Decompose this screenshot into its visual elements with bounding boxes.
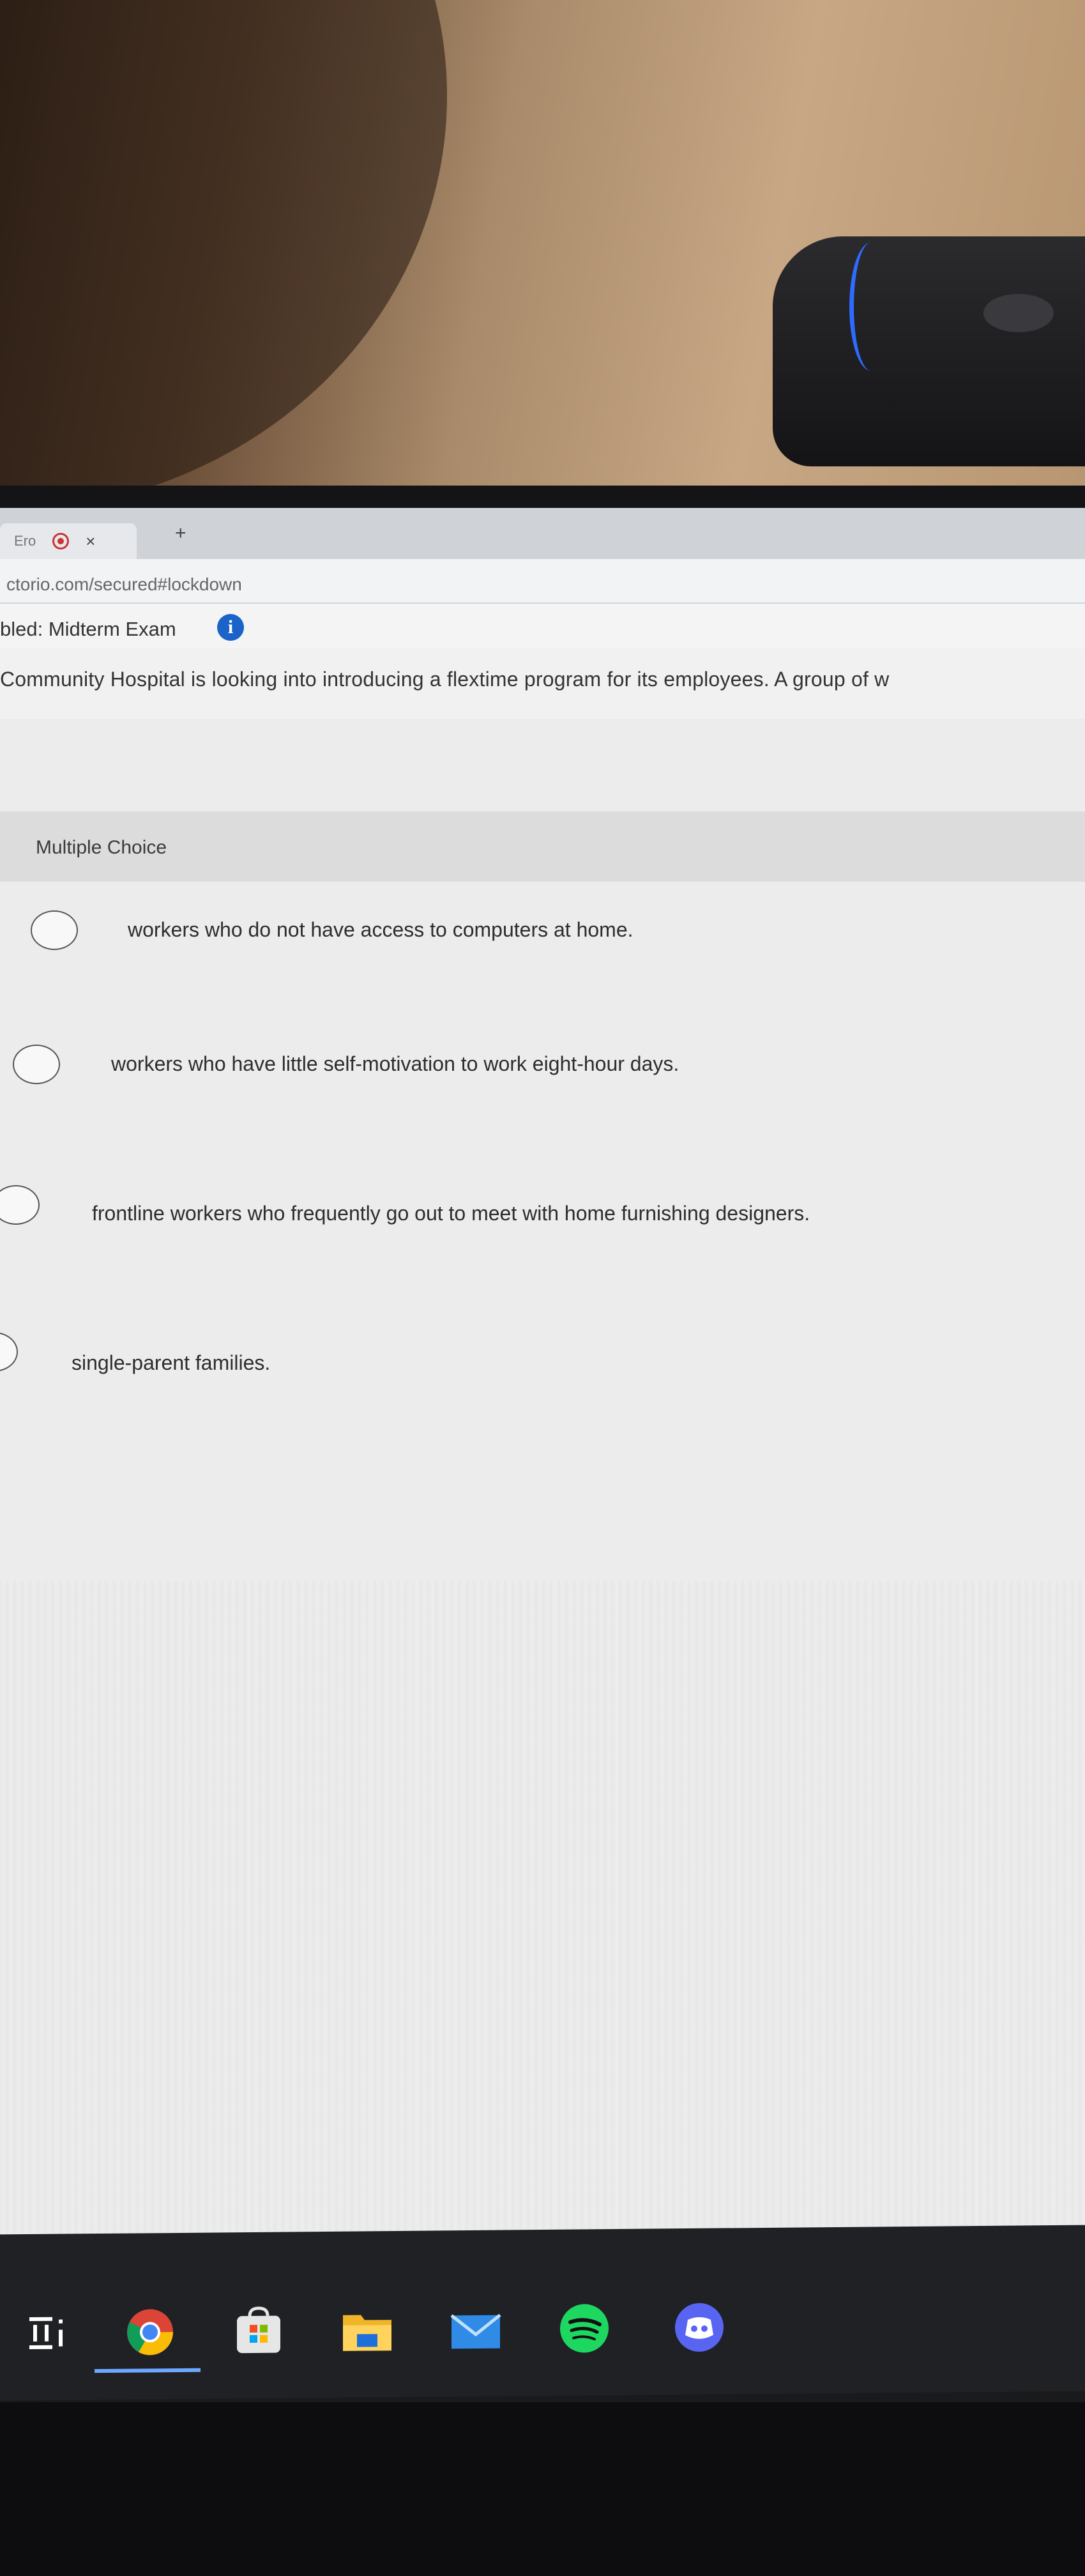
spotify-icon[interactable] [556,2299,613,2358]
webcam [773,236,1085,466]
empty-page-area [0,1581,1085,2297]
browser-tab[interactable]: Ero × [0,523,137,559]
radio-button[interactable] [0,1332,18,1372]
webcam-lens [983,294,1054,332]
question-area: Community Hospital is looking into intro… [0,648,1085,719]
active-app-indicator [95,2368,201,2373]
new-tab-icon[interactable]: + [175,523,186,544]
exam-header: bled: Midterm Exam i [0,604,1085,648]
room-background [0,0,1085,498]
choice-text: single-parent families. [72,1351,271,1374]
answer-choice-3[interactable]: frontline workers who frequently go out … [0,1185,1085,1313]
choice-text: workers who do not have access to comput… [128,918,634,941]
answer-choice-2[interactable]: workers who have little self-motivation … [0,1045,1085,1172]
radio-button[interactable] [0,1185,40,1225]
url-text: ctorio.com/secured#lockdown [6,574,242,594]
chrome-icon[interactable] [121,2303,179,2361]
close-icon[interactable]: × [86,532,95,551]
answer-choice-1[interactable]: workers who do not have access to comput… [0,904,1085,1032]
monitor-bezel [0,486,1085,511]
monitor-screen: Ero × + ctorio.com/secured#lockdown bled… [0,508,1085,2297]
address-bar[interactable]: ctorio.com/secured#lockdown [0,559,1085,604]
info-icon[interactable]: i [217,614,244,641]
chair-shadow [0,0,447,498]
question-type-label: Multiple Choice [36,837,167,858]
choice-text: frontline workers who frequently go out … [92,1202,810,1225]
exam-title: bled: Midterm Exam [0,618,176,640]
choice-text: workers who have little self-motivation … [111,1052,679,1075]
browser-tab-bar: Ero × + [0,508,1085,559]
question-text: Community Hospital is looking into intro… [0,668,890,691]
mail-icon[interactable] [447,2301,505,2359]
recording-icon [52,533,70,549]
windows-taskbar [0,2225,1085,2401]
discord-icon[interactable] [671,2298,728,2356]
desk-foreground [0,2402,1085,2576]
task-view-icon[interactable] [19,2304,77,2362]
tab-title: Ero [14,533,36,549]
answer-choice-4[interactable]: single-parent families. [0,1332,1085,1460]
radio-button[interactable] [13,1045,60,1084]
radio-button[interactable] [31,910,78,950]
webcam-light [849,243,892,371]
file-explorer-icon[interactable] [338,2301,396,2359]
question-type-header: Multiple Choice [0,811,1085,882]
store-icon[interactable] [230,2302,287,2360]
